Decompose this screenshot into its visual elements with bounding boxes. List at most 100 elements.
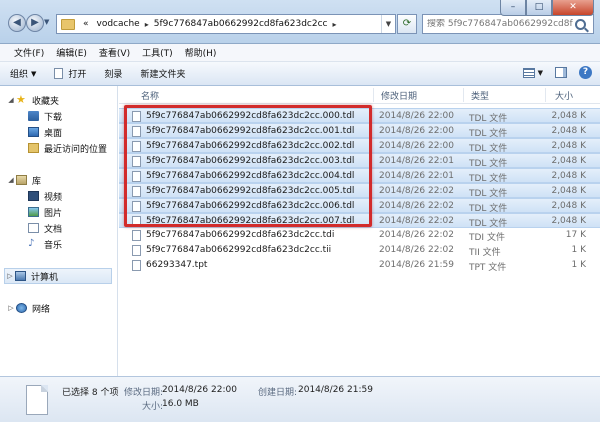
- search-input[interactable]: [423, 19, 573, 29]
- file-row[interactable]: 5f9c776847ab0662992cd8fa623dc2cc.003.tdl…: [119, 153, 600, 169]
- file-date: 2014/8/26 22:02: [379, 245, 454, 255]
- column-header-date[interactable]: 修改日期: [381, 89, 417, 102]
- nav-item-downloads[interactable]: 下载: [28, 108, 62, 124]
- file-date: 2014/8/26 22:02: [379, 216, 454, 226]
- new-folder-button[interactable]: 新建文件夹: [140, 67, 185, 80]
- expand-arrow-icon[interactable]: ▷: [6, 304, 16, 312]
- expand-arrow-icon[interactable]: ◢: [6, 96, 16, 104]
- recent-places-icon: [28, 143, 39, 153]
- view-dropdown-icon[interactable]: ▼: [538, 69, 543, 77]
- column-header-type[interactable]: 类型: [471, 89, 489, 102]
- forward-button[interactable]: ▶: [26, 14, 44, 32]
- close-button[interactable]: ✕: [552, 0, 594, 16]
- menu-view[interactable]: 查看(V): [93, 46, 136, 59]
- file-row[interactable]: 5f9c776847ab0662992cd8fa623dc2cc.001.tdl…: [119, 123, 600, 139]
- menu-help[interactable]: 帮助(H): [179, 46, 223, 59]
- file-date: 2014/8/26 22:00: [379, 111, 454, 121]
- nav-item-label: 音乐: [44, 240, 63, 251]
- file-preview-icon: [26, 385, 48, 415]
- file-row[interactable]: 5f9c776847ab0662992cd8fa623dc2cc.000.tdl…: [119, 108, 600, 124]
- column-divider[interactable]: [463, 88, 464, 102]
- file-size: 1 K: [571, 260, 587, 270]
- nav-favorites[interactable]: ◢ ★ 收藏夹: [6, 92, 59, 108]
- recent-pages-dropdown[interactable]: ▼: [44, 18, 52, 28]
- file-name: 5f9c776847ab0662992cd8fa623dc2cc.001.tdl: [146, 126, 355, 136]
- file-row[interactable]: 5f9c776847ab0662992cd8fa623dc2cc.tdi 2014…: [119, 228, 600, 243]
- nav-computer[interactable]: ▷ 计算机: [4, 268, 112, 284]
- nav-item-recent-places[interactable]: 最近访问的位置: [28, 140, 107, 156]
- title-bar: ◀ ▶ ▼ « vodcache ▸ 5f9c776847ab0662992cd…: [0, 0, 600, 44]
- details-pane: 已选择 8 个项 修改日期: 2014/8/26 22:00 创建日期: 201…: [0, 376, 600, 422]
- file-date: 2014/8/26 22:00: [379, 126, 454, 136]
- nav-computer-label: 计算机: [31, 272, 59, 283]
- file-date: 2014/8/26 21:59: [379, 260, 454, 270]
- file-row[interactable]: 5f9c776847ab0662992cd8fa623dc2cc.007.tdl…: [119, 213, 600, 229]
- file-name: 5f9c776847ab0662992cd8fa623dc2cc.tii: [146, 245, 332, 255]
- breadcrumb-vodcache[interactable]: vodcache: [93, 19, 144, 29]
- file-row[interactable]: 5f9c776847ab0662992cd8fa623dc2cc.tii 2014…: [119, 243, 600, 258]
- file-size: 2,048 K: [551, 171, 586, 181]
- menu-bar: 文件(F) 编辑(E) 查看(V) 工具(T) 帮助(H): [0, 44, 600, 62]
- organize-label: 组织: [10, 70, 29, 80]
- new-folder-label: 新建文件夹: [140, 70, 186, 80]
- nav-item-desktop[interactable]: 桌面: [28, 124, 62, 140]
- refresh-button[interactable]: ⟳: [397, 14, 417, 34]
- file-row[interactable]: 66293347.tpt 2014/8/26 21:59 TPT 文件 1 K: [119, 258, 600, 273]
- breadcrumb-overflow[interactable]: «: [79, 19, 93, 29]
- nav-item-videos[interactable]: 视频: [28, 188, 62, 204]
- star-icon: ★: [16, 93, 26, 106]
- nav-libraries[interactable]: ◢ 库: [6, 172, 41, 188]
- nav-item-pictures[interactable]: 图片: [28, 204, 62, 220]
- file-row[interactable]: 5f9c776847ab0662992cd8fa623dc2cc.002.tdl…: [119, 138, 600, 154]
- file-row[interactable]: 5f9c776847ab0662992cd8fa623dc2cc.005.tdl…: [119, 183, 600, 199]
- column-header-size[interactable]: 大小: [555, 89, 573, 102]
- expand-arrow-icon[interactable]: ▷: [5, 272, 15, 280]
- menu-tools[interactable]: 工具(T): [136, 46, 179, 59]
- desktop-icon: [28, 127, 39, 137]
- help-icon[interactable]: ?: [579, 66, 592, 79]
- file-name: 5f9c776847ab0662992cd8fa623dc2cc.000.tdl: [146, 111, 355, 121]
- file-row[interactable]: 5f9c776847ab0662992cd8fa623dc2cc.006.tdl…: [119, 198, 600, 214]
- preview-pane-icon[interactable]: [555, 67, 567, 78]
- column-divider[interactable]: [373, 88, 374, 102]
- music-note-icon: ♪: [28, 238, 35, 249]
- picture-library-icon: [28, 207, 39, 217]
- size-value: 16.0 MB: [162, 399, 199, 409]
- breadcrumb-current-folder[interactable]: 5f9c776847ab0662992cd8fa623dc2cc: [150, 19, 332, 29]
- file-row[interactable]: 5f9c776847ab0662992cd8fa623dc2cc.004.tdl…: [119, 168, 600, 184]
- open-button[interactable]: 打开: [54, 67, 86, 80]
- file-size: 2,048 K: [551, 111, 586, 121]
- menu-file[interactable]: 文件(F): [8, 46, 50, 59]
- file-name: 5f9c776847ab0662992cd8fa623dc2cc.003.tdl: [146, 156, 355, 166]
- file-icon: [132, 260, 141, 271]
- burn-button[interactable]: 刻录: [104, 67, 122, 80]
- address-bar[interactable]: « vodcache ▸ 5f9c776847ab0662992cd8fa623…: [56, 14, 396, 34]
- libraries-icon: [16, 175, 27, 185]
- documents-library-icon: [28, 223, 39, 233]
- column-header-name[interactable]: 名称: [141, 89, 159, 102]
- file-name: 5f9c776847ab0662992cd8fa623dc2cc.005.tdl: [146, 186, 355, 196]
- search-icon[interactable]: [575, 18, 586, 30]
- file-name: 66293347.tpt: [146, 260, 208, 270]
- nav-network[interactable]: ▷ 网络: [6, 300, 50, 316]
- file-icon: [132, 156, 141, 167]
- breadcrumb-separator-icon[interactable]: ▸: [332, 20, 338, 29]
- file-icon: [132, 126, 141, 137]
- view-options-icon[interactable]: [522, 67, 535, 78]
- file-list: 名称 修改日期 类型 大小 5f9c776847ab0662992cd8fa62…: [119, 86, 600, 376]
- expand-arrow-icon[interactable]: ◢: [6, 176, 16, 184]
- modified-date-label: 修改日期:: [124, 388, 164, 398]
- file-type: TII 文件: [469, 248, 501, 258]
- nav-item-music[interactable]: ♪ 音乐: [28, 236, 62, 252]
- menu-edit[interactable]: 编辑(E): [50, 46, 93, 59]
- nav-item-label: 文档: [44, 224, 63, 235]
- nav-item-documents[interactable]: 文档: [28, 220, 62, 236]
- address-history-dropdown[interactable]: ▼: [381, 15, 395, 33]
- organize-button[interactable]: 组织 ▼: [10, 67, 36, 81]
- back-button[interactable]: ◀: [8, 14, 26, 32]
- search-box[interactable]: [422, 14, 594, 34]
- file-name: 5f9c776847ab0662992cd8fa623dc2cc.tdi: [146, 230, 335, 240]
- minimize-button[interactable]: –: [500, 0, 526, 16]
- column-divider[interactable]: [545, 88, 546, 102]
- maximize-button[interactable]: □: [526, 0, 552, 16]
